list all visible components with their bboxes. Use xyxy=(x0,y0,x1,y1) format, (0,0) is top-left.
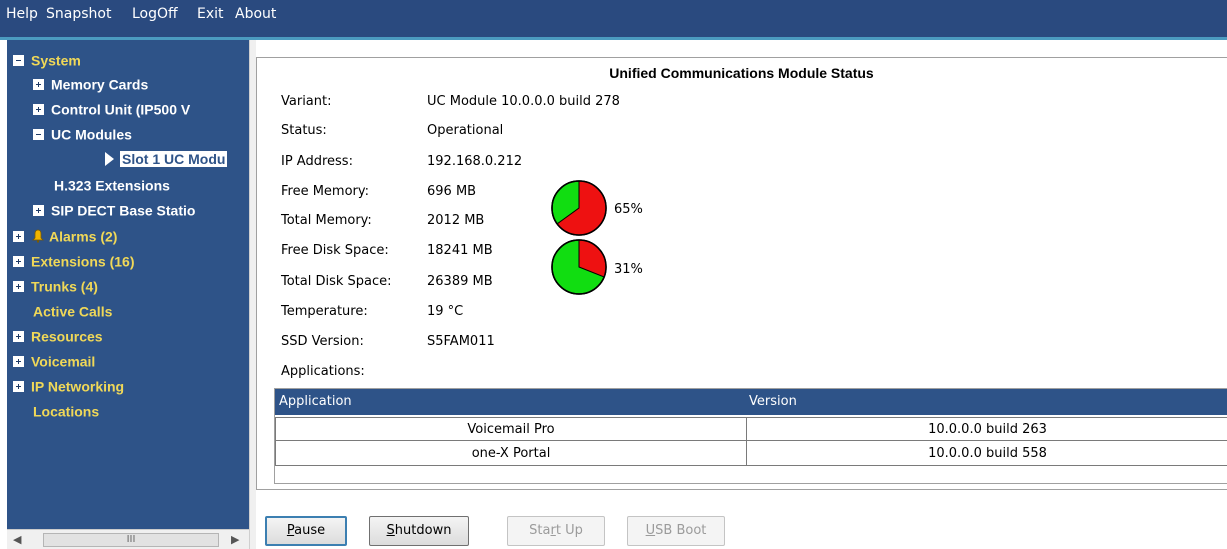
column-header-application[interactable]: Application xyxy=(279,394,352,409)
alarm-warning-icon xyxy=(32,229,44,243)
tree-label: Slot 1 UC Modu xyxy=(120,151,228,168)
disk-usage-percent: 31% xyxy=(614,262,643,277)
total-memory-label: Total Memory: xyxy=(281,213,372,228)
tree-label: Active Calls xyxy=(33,303,113,320)
ssd-version-label: SSD Version: xyxy=(281,334,364,349)
expand-icon[interactable] xyxy=(13,280,24,292)
menu-about[interactable]: About xyxy=(235,6,276,22)
table-row[interactable]: Voicemail Pro 10.0.0.0 build 263 xyxy=(275,417,1227,442)
scroll-left-icon[interactable]: ◀ xyxy=(13,533,21,546)
pane-splitter[interactable] xyxy=(249,40,256,549)
expand-icon[interactable] xyxy=(13,255,24,267)
free-memory-value: 696 MB xyxy=(427,184,477,199)
column-header-version[interactable]: Version xyxy=(749,394,797,409)
total-memory-value: 2012 MB xyxy=(427,213,485,228)
scroll-right-icon[interactable]: ▶ xyxy=(231,533,239,546)
disk-usage-pie xyxy=(551,239,607,295)
tree-item-active-calls[interactable]: Active Calls xyxy=(33,302,112,324)
sidebar-horizontal-scrollbar[interactable]: ◀ III ▶ xyxy=(7,529,249,549)
tree-item-ip-networking[interactable]: IP Networking xyxy=(13,377,124,399)
expand-icon[interactable] xyxy=(33,204,44,216)
temperature-value: 19 °C xyxy=(427,304,464,319)
applications-table: Application Version Voicemail Pro 10.0.0… xyxy=(274,388,1227,484)
tree-label: Voicemail xyxy=(31,353,96,370)
table-header: Application Version xyxy=(275,389,1227,415)
memory-usage-percent: 65% xyxy=(614,202,643,217)
menu-help[interactable]: Help xyxy=(6,6,38,22)
tree-item-memory-cards[interactable]: Memory Cards xyxy=(33,75,148,97)
variant-label: Variant: xyxy=(281,94,332,109)
menu-exit[interactable]: Exit xyxy=(197,6,224,22)
tree-item-extensions[interactable]: Extensions (16) xyxy=(13,252,134,274)
menu-snapshot[interactable]: Snapshot xyxy=(46,6,111,22)
tree-label: Locations xyxy=(33,403,100,420)
applications-label: Applications: xyxy=(281,364,365,379)
application-name-cell: Voicemail Pro xyxy=(275,418,747,442)
selected-arrow-icon xyxy=(105,152,114,167)
tree-item-h323-extensions[interactable]: H.323 Extensions xyxy=(54,176,170,198)
status-label: Status: xyxy=(281,123,327,138)
menu-logoff[interactable]: LogOff xyxy=(132,6,178,22)
collapse-icon[interactable] xyxy=(13,54,24,66)
expand-icon[interactable] xyxy=(33,78,44,90)
navigation-tree: System Memory Cards Control Unit (IP500 … xyxy=(7,40,249,549)
tree-label: Extensions (16) xyxy=(31,253,135,270)
total-disk-value: 26389 MB xyxy=(427,274,493,289)
tree-item-alarms[interactable]: Alarms (2) xyxy=(13,227,117,249)
collapse-icon[interactable] xyxy=(33,128,44,140)
page-title: Unified Communications Module Status xyxy=(609,65,874,81)
pause-button[interactable]: Pause xyxy=(265,516,347,546)
scrollbar-thumb[interactable]: III xyxy=(43,533,219,547)
expand-icon[interactable] xyxy=(13,330,24,342)
tree-label: Resources xyxy=(31,328,103,345)
application-version-cell: 10.0.0.0 build 558 xyxy=(928,446,1047,461)
memory-usage-pie xyxy=(551,180,607,236)
tree-label: Memory Cards xyxy=(51,76,149,93)
tree-item-system[interactable]: System xyxy=(13,51,81,73)
application-name-cell: one-X Portal xyxy=(275,442,747,466)
expand-icon[interactable] xyxy=(33,103,44,115)
expand-icon[interactable] xyxy=(13,230,24,242)
free-disk-label: Free Disk Space: xyxy=(281,243,389,258)
tree-item-trunks[interactable]: Trunks (4) xyxy=(13,277,98,299)
tree-label: IP Networking xyxy=(31,378,125,395)
application-version-cell: 10.0.0.0 build 263 xyxy=(928,422,1047,437)
tree-item-uc-modules[interactable]: UC Modules xyxy=(33,125,132,147)
tree-item-resources[interactable]: Resources xyxy=(13,327,103,349)
table-row[interactable]: one-X Portal 10.0.0.0 build 558 xyxy=(275,442,1227,466)
tree-item-slot1-uc-module[interactable]: Slot 1 UC Modu xyxy=(105,150,228,172)
tree-label: Trunks (4) xyxy=(31,278,98,295)
ssd-version-value: S5FAM011 xyxy=(427,334,495,349)
tree-label: UC Modules xyxy=(51,126,132,143)
tree-item-locations[interactable]: Locations xyxy=(33,402,99,424)
tree-label: Alarms (2) xyxy=(49,228,118,245)
variant-value: UC Module 10.0.0.0 build 278 xyxy=(427,94,620,109)
status-value: Operational xyxy=(427,123,504,138)
shutdown-button[interactable]: Shutdown xyxy=(369,516,469,546)
menu-bar: Help Snapshot LogOff Exit About xyxy=(0,0,1227,40)
tree-item-voicemail[interactable]: Voicemail xyxy=(13,352,95,374)
free-disk-value: 18241 MB xyxy=(427,243,493,258)
total-disk-label: Total Disk Space: xyxy=(281,274,392,289)
tree-item-sip-dect[interactable]: SIP DECT Base Statio xyxy=(33,201,195,223)
tree-label: System xyxy=(31,52,81,69)
usb-boot-button[interactable]: USB Boot xyxy=(627,516,725,546)
expand-icon[interactable] xyxy=(13,380,24,392)
ip-address-label: IP Address: xyxy=(281,154,353,169)
temperature-label: Temperature: xyxy=(281,304,368,319)
tree-label: Control Unit (IP500 V xyxy=(51,101,191,118)
tree-item-control-unit[interactable]: Control Unit (IP500 V xyxy=(33,100,190,122)
tree-label: SIP DECT Base Statio xyxy=(51,202,196,219)
start-up-button[interactable]: Start Up xyxy=(507,516,605,546)
tree-label: H.323 Extensions xyxy=(54,177,170,194)
free-memory-label: Free Memory: xyxy=(281,184,370,199)
ip-address-value: 192.168.0.212 xyxy=(427,154,523,169)
expand-icon[interactable] xyxy=(13,355,24,367)
